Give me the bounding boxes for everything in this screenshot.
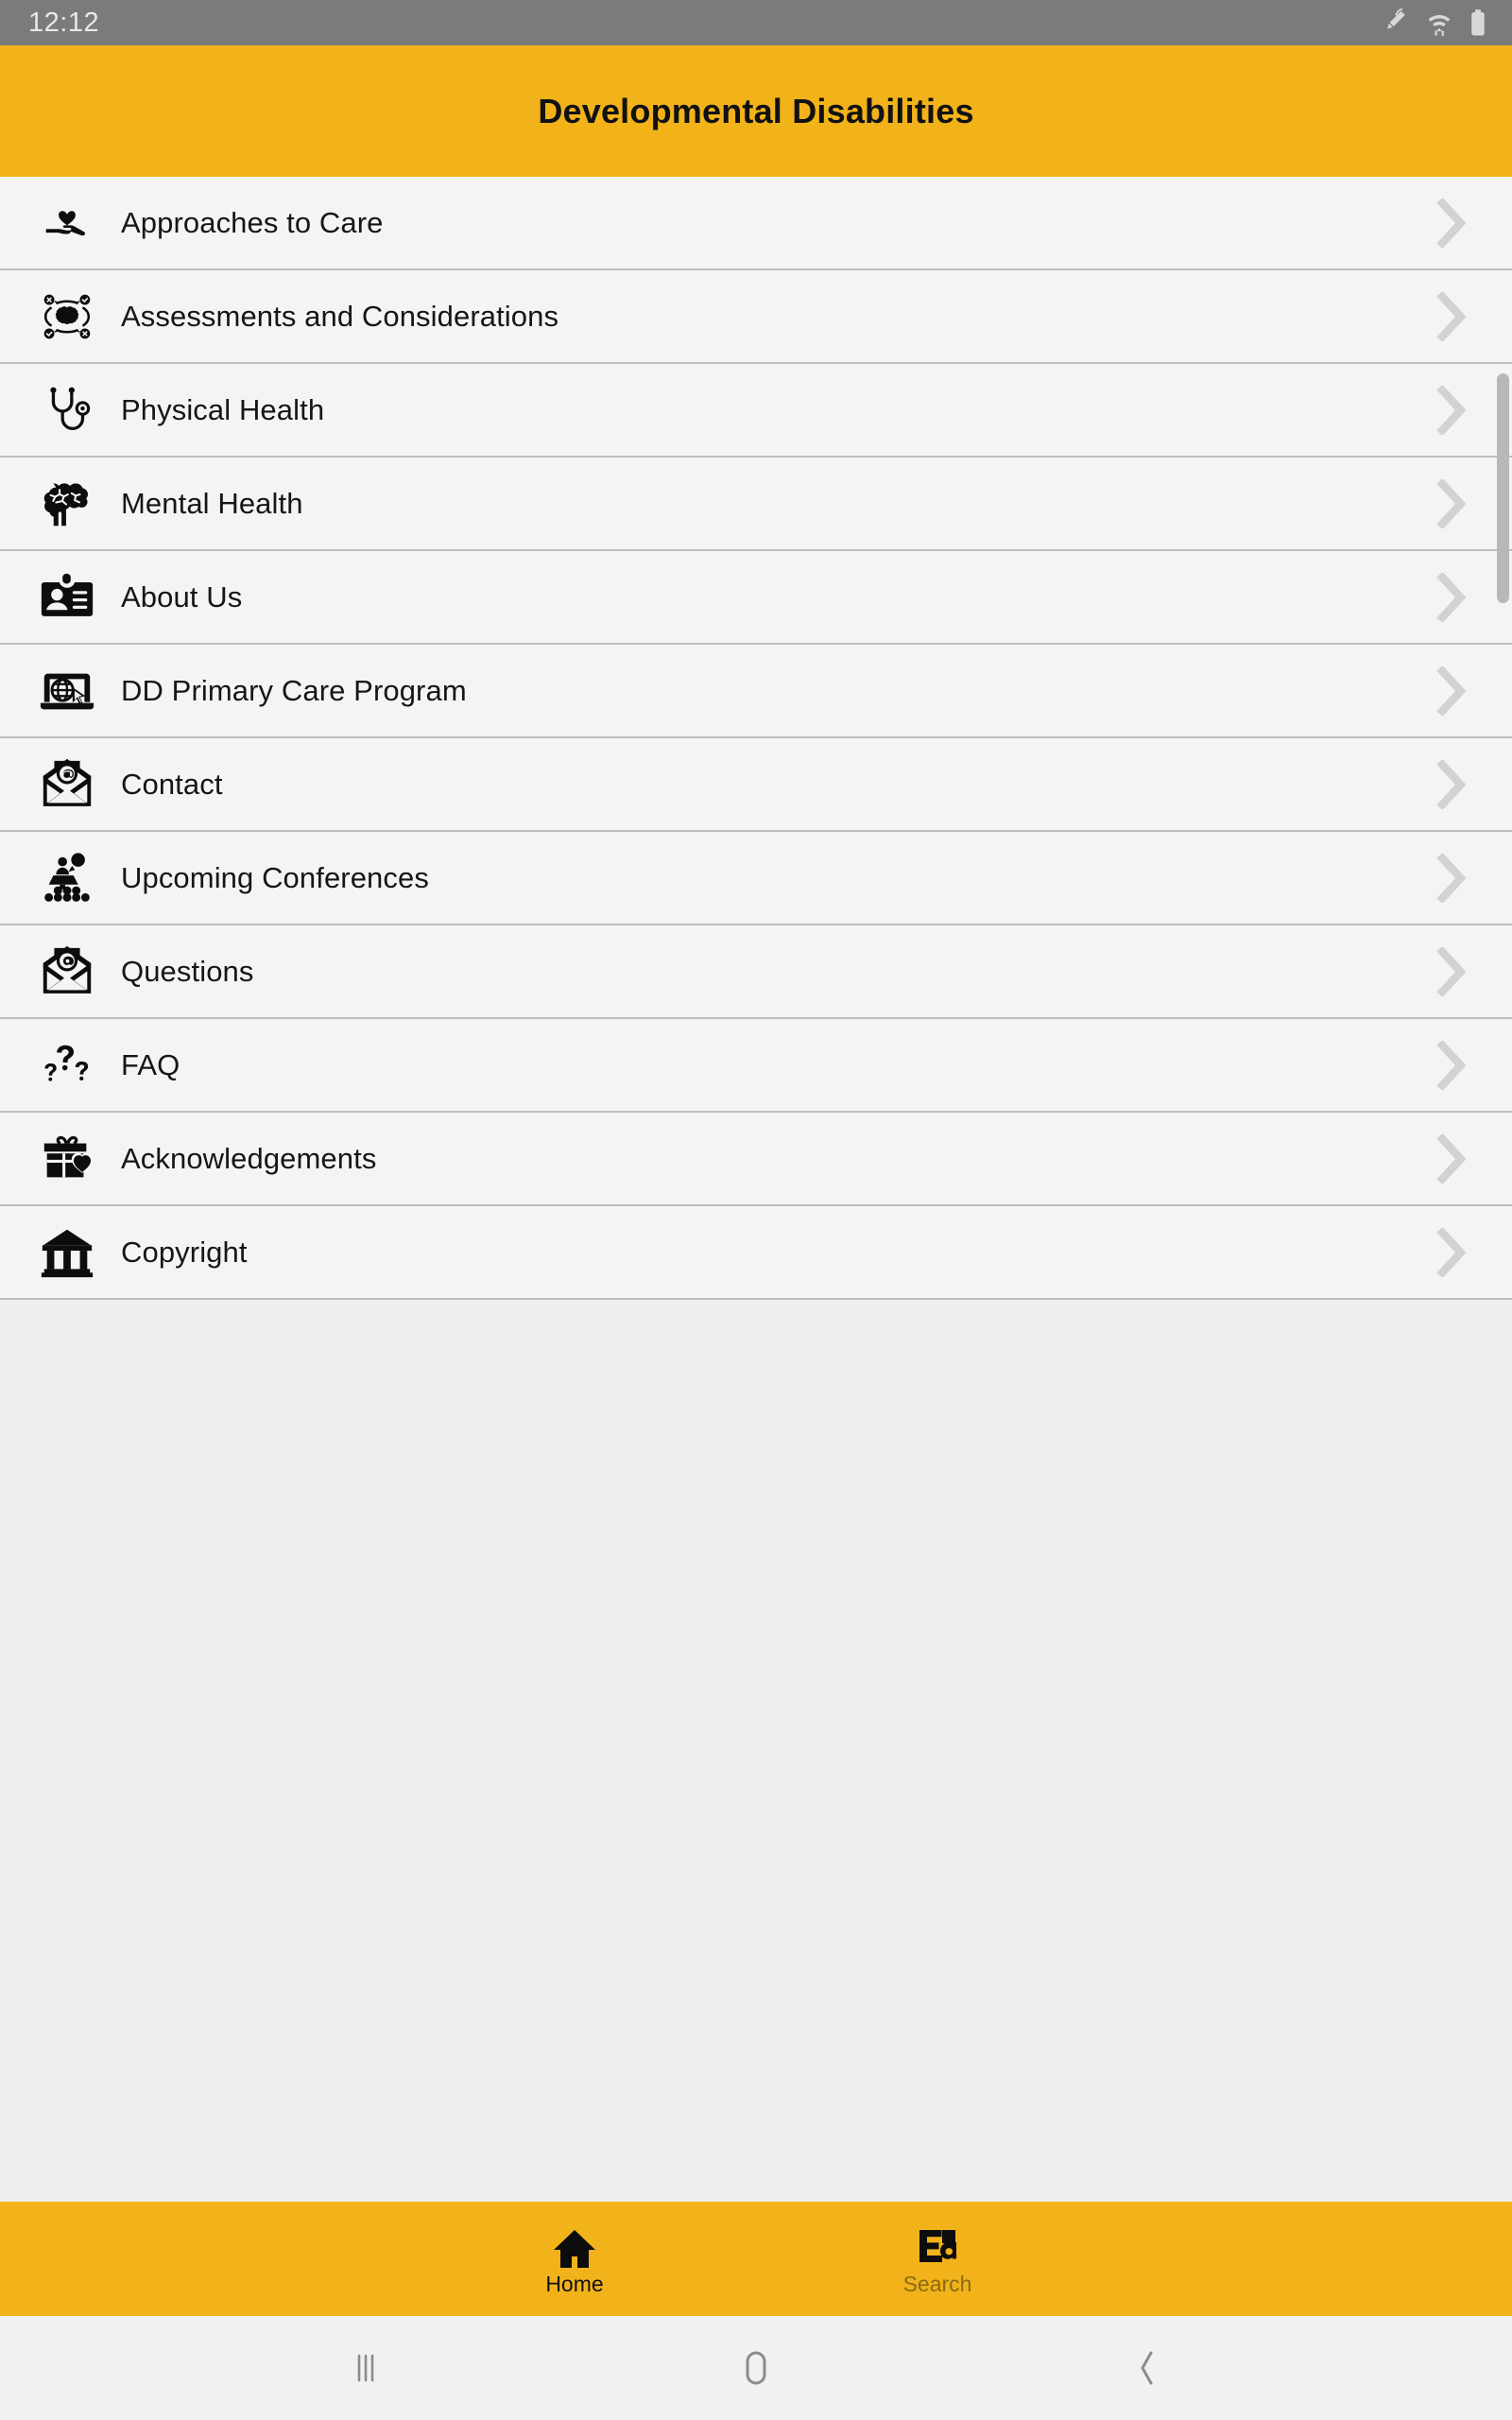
list-item-dd-primary-care-program[interactable]: DD Primary Care Program: [0, 645, 1512, 738]
list-item-questions[interactable]: Questions: [0, 925, 1512, 1019]
list-item-label: FAQ: [121, 1047, 180, 1081]
list-item-label: Physical Health: [121, 392, 325, 426]
wifi-icon: [1423, 9, 1455, 37]
chevron-right-icon: [1425, 572, 1478, 622]
bottom-nav-label: Home: [545, 2271, 604, 2296]
bottom-nav-bar: Home Search: [0, 2202, 1512, 2316]
list-item-label: Mental Health: [121, 486, 303, 520]
list-item-label: Approaches to Care: [121, 205, 384, 239]
status-icons: [1382, 9, 1487, 37]
stethoscope-icon: [36, 379, 98, 441]
app-screen: 12:12 Developmental Disabilities Approac…: [0, 0, 1512, 2420]
chevron-right-icon: [1425, 946, 1478, 996]
home-circle-icon[interactable]: [699, 2316, 813, 2420]
brain-assessment-icon: [36, 285, 98, 348]
list-item-contact[interactable]: Contact: [0, 738, 1512, 832]
list-item-upcoming-conferences[interactable]: Upcoming Conferences: [0, 832, 1512, 925]
list-item-assessments-and-considerations[interactable]: Assessments and Considerations: [0, 270, 1512, 364]
chevron-right-icon: [1425, 853, 1478, 903]
back-chevron-icon[interactable]: [1090, 2316, 1203, 2420]
chevron-right-icon: [1425, 198, 1478, 248]
menu-list-container: Approaches to Care Assessments and Consi…: [0, 177, 1512, 2202]
android-navigation-bar: [0, 2316, 1512, 2420]
list-item-label: About Us: [121, 579, 243, 614]
chevron-right-icon: [1425, 1133, 1478, 1184]
list-item-label: Upcoming Conferences: [121, 860, 429, 894]
conference-audience-icon: [36, 847, 98, 909]
spen-icon: [1382, 9, 1410, 37]
email-envelope-icon: [36, 941, 98, 1003]
chevron-right-icon: [1425, 478, 1478, 528]
battery-icon: [1469, 9, 1487, 37]
home-icon: [552, 2221, 597, 2271]
list-item-mental-health[interactable]: Mental Health: [0, 458, 1512, 551]
chevron-right-icon: [1425, 1040, 1478, 1090]
id-badge-icon: [36, 566, 98, 629]
app-bar: Developmental Disabilities: [0, 45, 1512, 177]
list-item-acknowledgements[interactable]: Acknowledgements: [0, 1113, 1512, 1206]
ea-search-icon: [916, 2221, 959, 2271]
status-clock: 12:12: [28, 7, 100, 38]
list-item-about-us[interactable]: About Us: [0, 551, 1512, 645]
bottom-nav-item-home[interactable]: Home: [494, 2221, 655, 2296]
recents-icon[interactable]: [309, 2316, 422, 2420]
list-item-faq[interactable]: FAQ: [0, 1019, 1512, 1113]
question-marks-icon: [36, 1034, 98, 1097]
hand-heart-icon: [36, 192, 98, 254]
gift-heart-icon: [36, 1128, 98, 1190]
list-item-label: DD Primary Care Program: [121, 673, 467, 707]
chevron-right-icon: [1425, 385, 1478, 435]
list-item-approaches-to-care[interactable]: Approaches to Care: [0, 177, 1512, 270]
list-item-copyright[interactable]: Copyright: [0, 1206, 1512, 1300]
bottom-nav-label: Search: [902, 2271, 972, 2296]
list-item-label: Copyright: [121, 1235, 248, 1269]
laptop-globe-icon: [36, 660, 98, 722]
list-scrollbar-thumb[interactable]: [1497, 373, 1509, 603]
brain-icon: [36, 473, 98, 535]
status-bar: 12:12: [0, 0, 1512, 45]
chevron-right-icon: [1425, 291, 1478, 341]
list-item-label: Assessments and Considerations: [121, 299, 559, 333]
list-item-label: Contact: [121, 767, 223, 801]
list-item-physical-health[interactable]: Physical Health: [0, 364, 1512, 458]
list-item-label: Acknowledgements: [121, 1141, 377, 1175]
email-envelope-icon: [36, 753, 98, 816]
chevron-right-icon: [1425, 1227, 1478, 1277]
list-item-label: Questions: [121, 954, 254, 988]
chevron-right-icon: [1425, 666, 1478, 716]
chevron-right-icon: [1425, 759, 1478, 809]
bank-building-icon: [36, 1221, 98, 1284]
bottom-nav-item-search[interactable]: Search: [857, 2221, 1018, 2296]
page-title: Developmental Disabilities: [538, 91, 974, 130]
menu-list: Approaches to Care Assessments and Consi…: [0, 177, 1512, 1300]
